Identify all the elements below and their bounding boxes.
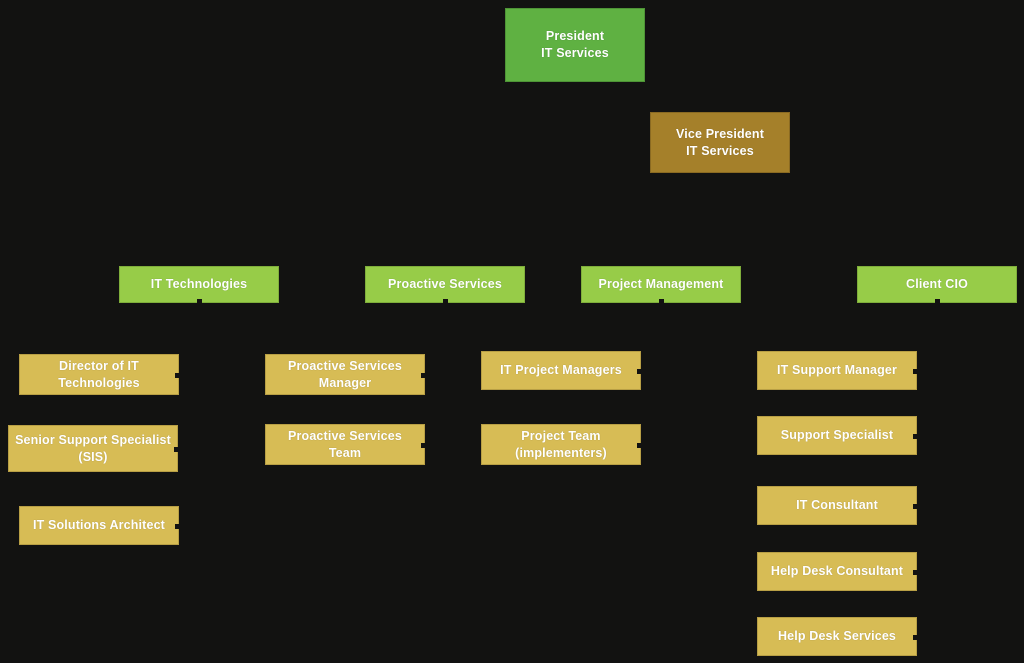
connector-nub-bottom	[659, 299, 664, 304]
org-node-label: Proactive Services	[388, 277, 502, 291]
connector-nub-right	[637, 442, 642, 448]
connector-nub-right	[913, 503, 918, 509]
org-node-help-desk-consultant[interactable]: Help Desk Consultant	[757, 552, 918, 591]
connector-nub-right	[913, 433, 918, 439]
org-node-it-project-managers[interactable]: IT Project Managers	[481, 351, 642, 390]
org-node-label: Help Desk Services	[777, 629, 897, 643]
org-chart-canvas: President IT Services Vice President IT S…	[0, 0, 1024, 663]
org-node-label: IT Support Manager	[776, 363, 898, 377]
org-node-president[interactable]: President IT Services	[505, 8, 645, 82]
org-node-label: Senior Support Specialist (SIS)	[15, 432, 171, 464]
org-node-label: IT Consultant	[796, 498, 878, 512]
connector-nub-bottom	[935, 299, 940, 304]
connector-nub-right	[913, 569, 918, 575]
org-node-senior-support-specialist[interactable]: Senior Support Specialist (SIS)	[8, 425, 179, 472]
org-node-label: Proactive Services Manager	[288, 358, 402, 390]
org-node-support-specialist[interactable]: Support Specialist	[757, 416, 918, 455]
org-node-proactive-services-team[interactable]: Proactive Services Team	[265, 424, 426, 465]
connector-nub-right	[421, 442, 426, 448]
org-node-label: IT Technologies	[150, 277, 248, 291]
org-node-project-management[interactable]: Project Management	[581, 266, 741, 304]
org-node-label: Project Team (implementers)	[515, 428, 607, 460]
connector-nub-right	[175, 372, 180, 378]
connector-nub-right	[637, 368, 642, 374]
org-node-client-cio[interactable]: Client CIO	[857, 266, 1017, 304]
connector-nub-bottom	[443, 299, 448, 304]
org-node-it-support-manager[interactable]: IT Support Manager	[757, 351, 918, 390]
org-node-label: Vice President IT Services	[675, 126, 765, 158]
org-node-vice-president[interactable]: Vice President IT Services	[650, 112, 790, 173]
org-node-director-of-it-technologies[interactable]: Director of IT Technologies	[19, 354, 180, 395]
org-node-it-consultant[interactable]: IT Consultant	[757, 486, 918, 525]
org-node-label: Proactive Services Team	[288, 428, 402, 460]
org-node-label: Project Management	[598, 277, 724, 291]
org-node-it-technologies[interactable]: IT Technologies	[119, 266, 279, 304]
org-node-label: Client CIO	[906, 277, 968, 291]
org-node-proactive-services-manager[interactable]: Proactive Services Manager	[265, 354, 426, 395]
org-node-help-desk-services[interactable]: Help Desk Services	[757, 617, 918, 656]
org-node-label: President IT Services	[541, 29, 609, 60]
connector-nub-right	[913, 368, 918, 374]
org-node-label: Help Desk Consultant	[770, 564, 904, 578]
connector-nub-right	[175, 523, 180, 529]
org-node-label: IT Solutions Architect	[32, 518, 165, 532]
org-node-label: Support Specialist	[780, 428, 894, 442]
connector-nub-right	[421, 372, 426, 378]
org-node-project-team-implementers[interactable]: Project Team (implementers)	[481, 424, 642, 465]
org-node-proactive-services[interactable]: Proactive Services	[365, 266, 525, 304]
org-node-label: Director of IT Technologies	[58, 358, 140, 390]
connector-nub-right	[174, 446, 179, 452]
org-node-it-solutions-architect[interactable]: IT Solutions Architect	[19, 506, 180, 545]
connector-nub-bottom	[197, 299, 202, 304]
connector-nub-right	[913, 634, 918, 640]
org-node-label: IT Project Managers	[500, 363, 622, 377]
